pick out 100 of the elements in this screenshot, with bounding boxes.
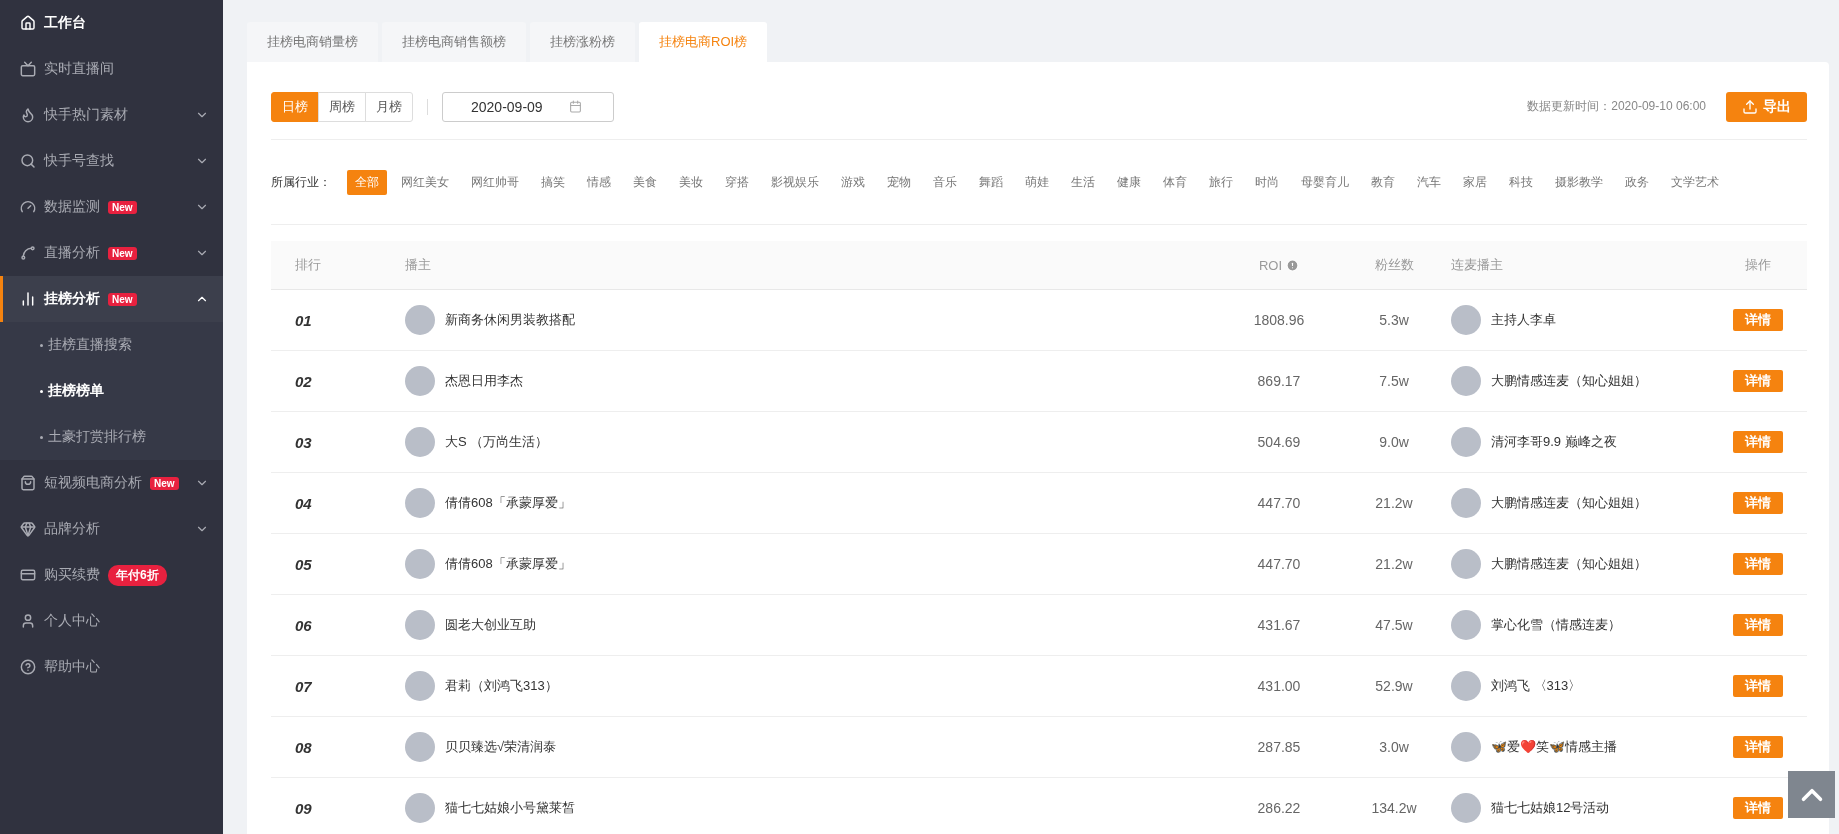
industry-tag[interactable]: 健康	[1109, 169, 1149, 195]
period-button[interactable]: 日榜	[271, 91, 319, 122]
menu-item[interactable]: 品牌分析	[0, 506, 223, 552]
anchor-name: 君莉（刘鸿飞313）	[445, 677, 558, 695]
industry-tag[interactable]: 搞笑	[533, 169, 573, 195]
column-header: ROI	[1258, 257, 1283, 273]
back-to-top-button[interactable]	[1788, 771, 1835, 818]
menu-item[interactable]: 直播分析 New	[0, 230, 223, 276]
avatar-placeholder	[405, 549, 435, 579]
fans-count: 52.9w	[1374, 678, 1414, 694]
industry-tag[interactable]: 母婴育儿	[1293, 169, 1357, 195]
industry-tag[interactable]: 影视娱乐	[763, 169, 827, 195]
export-button[interactable]: 导出	[1726, 91, 1807, 122]
rank-number: 03	[294, 433, 313, 451]
fans-count: 134.2w	[1370, 800, 1418, 816]
industry-tag[interactable]: 全部	[347, 169, 387, 195]
period-button[interactable]: 月榜	[365, 91, 413, 122]
submenu-item[interactable]: 挂榜榜单	[0, 368, 223, 414]
industry-tag[interactable]: 网红美女	[393, 169, 457, 195]
partner-name: 掌心化雪（情感连麦）	[1491, 616, 1621, 634]
rank-number: 04	[294, 494, 313, 512]
industry-tag[interactable]: 政务	[1617, 169, 1657, 195]
detail-button[interactable]: 详情	[1733, 797, 1783, 819]
anchor-name: 贝贝臻选√荣清润泰	[445, 738, 557, 756]
fans-count: 21.2w	[1374, 495, 1414, 511]
menu-label: 短视频电商分析	[44, 474, 142, 492]
menu-item[interactable]: 帮助中心	[0, 644, 223, 690]
rank-number: 08	[294, 738, 313, 756]
menu-item[interactable]: 快手热门素材	[0, 92, 223, 138]
date-input[interactable]: 2020-09-09	[469, 97, 563, 116]
menu-item[interactable]: 购买续费 年付6折	[0, 552, 223, 598]
partner-name: 主持人李卓	[1491, 311, 1556, 329]
tab[interactable]: 挂榜涨粉榜	[530, 22, 635, 62]
anchor-name: 大S （万尚生活）	[445, 433, 549, 451]
industry-tag[interactable]: 情感	[579, 169, 619, 195]
menu-item[interactable]: 挂榜分析 New	[0, 276, 223, 322]
industry-tag[interactable]: 网红帅哥	[463, 169, 527, 195]
industry-tag[interactable]: 汽车	[1409, 169, 1449, 195]
menu-label: 直播分析	[44, 244, 100, 262]
detail-button[interactable]: 详情	[1733, 736, 1783, 758]
detail-button[interactable]: 详情	[1733, 492, 1783, 514]
menu-item[interactable]: 数据监测 New	[0, 184, 223, 230]
detail-button[interactable]: 详情	[1733, 553, 1783, 575]
industry-tag[interactable]: 教育	[1363, 169, 1403, 195]
avatar-placeholder	[405, 488, 435, 518]
industry-tag[interactable]: 生活	[1063, 169, 1103, 195]
industry-tag[interactable]: 音乐	[925, 169, 965, 195]
industry-tag[interactable]: 旅行	[1201, 169, 1241, 195]
industry-tag[interactable]: 美妆	[671, 169, 711, 195]
rank-number: 05	[294, 555, 313, 573]
industry-label: 所属行业：	[271, 173, 331, 191]
detail-button[interactable]: 详情	[1733, 614, 1783, 636]
industry-tag[interactable]: 文学艺术	[1663, 169, 1727, 195]
menu-label: 个人中心	[44, 612, 100, 630]
submenu-item[interactable]: 挂榜直播搜索	[0, 322, 223, 368]
industry-tag[interactable]: 摄影教学	[1547, 169, 1611, 195]
submenu-item[interactable]: 土豪打赏排行榜	[0, 414, 223, 460]
roi-value: 447.70	[1256, 495, 1302, 511]
column-header: 播主	[405, 256, 432, 274]
date-field[interactable]: 2020-09-09	[442, 91, 614, 122]
rank-number: 02	[294, 372, 313, 390]
tab[interactable]: 挂榜电商销售额榜	[382, 22, 526, 62]
industry-tag[interactable]: 美食	[625, 169, 665, 195]
industry-tag[interactable]: 体育	[1155, 169, 1195, 195]
industry-tag[interactable]: 家居	[1455, 169, 1495, 195]
industry-tag[interactable]: 萌娃	[1017, 169, 1057, 195]
avatar-placeholder	[1451, 427, 1481, 457]
new-badge: New	[108, 246, 137, 260]
menu-label: 品牌分析	[44, 520, 100, 538]
detail-button[interactable]: 详情	[1733, 431, 1783, 453]
menu-item[interactable]: 短视频电商分析 New	[0, 460, 223, 506]
industry-tag[interactable]: 科技	[1501, 169, 1541, 195]
industry-tag[interactable]: 游戏	[833, 169, 873, 195]
detail-button[interactable]: 详情	[1733, 370, 1783, 392]
period-button[interactable]: 周榜	[318, 91, 366, 122]
detail-button[interactable]: 详情	[1733, 675, 1783, 697]
new-badge: New	[150, 476, 179, 490]
industry-tag[interactable]: 穿搭	[717, 169, 757, 195]
tab[interactable]: 挂榜电商ROI榜	[639, 22, 768, 62]
industry-tag[interactable]: 宠物	[879, 169, 919, 195]
menu-item[interactable]: 个人中心	[0, 598, 223, 644]
avatar-placeholder	[405, 427, 435, 457]
menu-label: 快手热门素材	[44, 106, 128, 124]
menu-item[interactable]: 快手号查找	[0, 138, 223, 184]
industry-tag[interactable]: 时尚	[1247, 169, 1287, 195]
tab[interactable]: 挂榜电商销量榜	[247, 22, 378, 62]
bullet-dot	[40, 389, 43, 393]
industry-tag[interactable]: 舞蹈	[971, 169, 1011, 195]
menu-item[interactable]: 工作台	[0, 0, 223, 46]
fans-count: 47.5w	[1374, 617, 1414, 633]
roi-value: 287.85	[1256, 739, 1302, 755]
menu-label: 挂榜分析	[44, 290, 100, 308]
roi-value: 869.17	[1256, 373, 1302, 389]
upload-icon	[1742, 98, 1758, 115]
detail-button[interactable]: 详情	[1733, 309, 1783, 331]
avatar-placeholder	[405, 732, 435, 762]
menu-item[interactable]: 实时直播间	[0, 46, 223, 92]
avatar-placeholder	[1451, 793, 1481, 823]
avatar-placeholder	[1451, 549, 1481, 579]
discount-badge: 年付6折	[108, 564, 167, 586]
